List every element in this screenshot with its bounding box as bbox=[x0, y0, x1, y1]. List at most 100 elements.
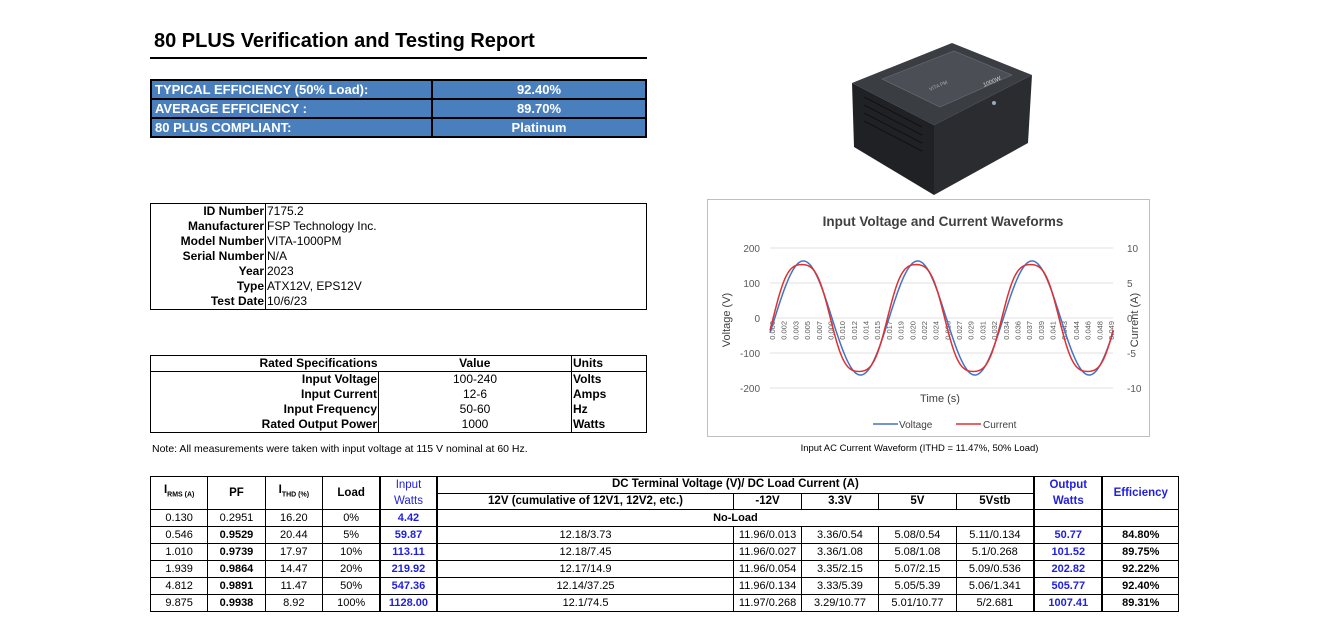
id-value: ATX12V, EPS12V bbox=[267, 279, 362, 293]
efficiency-row: 80 PLUS COMPLIANT: Platinum bbox=[150, 117, 647, 138]
spec-unit: Hz bbox=[571, 402, 647, 417]
y2-tick-label: -10 bbox=[1127, 384, 1142, 395]
cell-5vstb: 5.1/0.268 bbox=[955, 543, 1035, 561]
efficiency-value: 89.70% bbox=[431, 98, 647, 119]
spec-value: 12-6 bbox=[462, 387, 488, 401]
cell-5vstb: 5.06/1.341 bbox=[955, 577, 1035, 595]
cell-irms: 0.130 bbox=[149, 509, 209, 527]
chart-title: Input Voltage and Current Waveforms bbox=[823, 214, 1064, 229]
x-tick-label: 0.022 bbox=[920, 321, 929, 340]
cell-efficiency: 89.31% bbox=[1101, 594, 1180, 612]
cell-input-watts: 219.92 bbox=[379, 560, 438, 578]
x-tick-label: 0.037 bbox=[1025, 321, 1034, 340]
cell-3v3: 3.35/2.15 bbox=[800, 560, 880, 578]
efficiency-value: Platinum bbox=[431, 117, 647, 138]
id-row: Serial Number N/A bbox=[150, 249, 647, 264]
dc-col-12v: 12V (cumulative of 12V1, 12V2, etc.) bbox=[436, 492, 735, 510]
cell-irms: 1.939 bbox=[149, 560, 209, 578]
id-key: ID Number bbox=[150, 203, 266, 219]
dc-col-5v: 5V bbox=[878, 492, 957, 510]
table-body: 0.546 0.9529 20.44 5% 59.87 12.18/3.73 11.96/0… bbox=[149, 526, 1180, 612]
spec-value: 100-240 bbox=[452, 372, 498, 386]
cell-5v: 5.07/2.15 bbox=[878, 560, 957, 578]
y-tick-label: -200 bbox=[740, 384, 760, 395]
cell-minus12v: 11.96/0.054 bbox=[733, 560, 802, 578]
spec-name: Input Current bbox=[150, 387, 379, 402]
table-row: 1.939 0.9864 14.47 20% 219.92 12.17/14.9 11.96… bbox=[149, 560, 1180, 578]
y-axis-ticks: 200 100 0 -100 -200 bbox=[740, 244, 760, 395]
power-supply-image: 1000W VITA PM bbox=[852, 43, 1032, 195]
cell-efficiency: 84.80% bbox=[1101, 526, 1180, 544]
efficiency-value: 92.40% bbox=[431, 79, 647, 100]
spec-name: Rated Output Power bbox=[150, 417, 379, 433]
cell-efficiency: 89.75% bbox=[1101, 543, 1180, 561]
cell-ithd: 14.47 bbox=[264, 560, 323, 578]
chart-legend: Voltage Current bbox=[873, 420, 1017, 431]
id-key: Type bbox=[150, 279, 266, 294]
x-tick-label: 0.002 bbox=[780, 321, 789, 340]
x-axis-label: Time (s) bbox=[920, 393, 960, 405]
spec-header-value: Value bbox=[459, 356, 491, 370]
x-tick-label: 0.036 bbox=[1013, 321, 1022, 340]
x-tick-label: 0.048 bbox=[1095, 321, 1104, 340]
efficiency-row: TYPICAL EFFICIENCY (50% Load): 92.40% bbox=[150, 79, 647, 100]
cell-ithd: 11.47 bbox=[264, 577, 323, 595]
cell-pf: 0.2951 bbox=[207, 509, 266, 527]
id-row: Test Date 10/6/23 bbox=[150, 294, 647, 310]
cell-irms: 1.010 bbox=[149, 543, 209, 561]
x-tick-label: 0.012 bbox=[850, 321, 859, 340]
cell-irms: 0.546 bbox=[149, 526, 209, 544]
cell-3v3: 3.33/5.39 bbox=[800, 577, 880, 595]
id-row: ID Number 7175.2 bbox=[150, 203, 647, 219]
cell-5vstb: 5.09/0.536 bbox=[955, 560, 1035, 578]
cell-12v: 12.14/37.25 bbox=[436, 577, 735, 595]
id-row: Model Number VITA-1000PM bbox=[150, 234, 647, 249]
cell-5v: 5.01/10.77 bbox=[878, 594, 957, 612]
y2-axis-label: Current (A) bbox=[1129, 293, 1141, 347]
cell-load: 100% bbox=[321, 594, 381, 612]
load-header: Load bbox=[321, 476, 381, 510]
cell-12v: 12.1/74.5 bbox=[436, 594, 735, 612]
y-axis-label: Voltage (V) bbox=[721, 293, 733, 347]
spec-name: Input Frequency bbox=[150, 402, 379, 417]
cell-minus12v: 11.96/0.013 bbox=[733, 526, 802, 544]
cell-output-watts: 50.77 bbox=[1033, 526, 1104, 544]
ithd-header: ITHD (%) bbox=[264, 476, 323, 510]
efficiency-header: Efficiency bbox=[1101, 476, 1180, 510]
id-row: Type ATX12V, EPS12V bbox=[150, 279, 647, 294]
cell-efficiency: 92.40% bbox=[1101, 577, 1180, 595]
cell-pf: 0.9864 bbox=[207, 560, 266, 578]
cell-output-watts bbox=[1033, 509, 1104, 527]
cell-ithd: 20.44 bbox=[264, 526, 323, 544]
y2-tick-label: 5 bbox=[1127, 279, 1133, 290]
table-row: 9.875 0.9938 8.92 100% 1128.00 12.1/74.5 11.97… bbox=[149, 594, 1180, 612]
table-row-no-load: 0.130 0.2951 16.20 0% 4.42 No-Load bbox=[149, 509, 1180, 527]
spec-row: Input Current 12-6 Amps bbox=[150, 387, 647, 402]
table-row: 4.812 0.9891 11.47 50% 547.36 12.14/37.25 11.9… bbox=[149, 577, 1180, 595]
cell-no-load-label: No-Load bbox=[436, 509, 1035, 527]
measurement-note: Note: All measurements were taken with i… bbox=[152, 443, 528, 455]
output-watts-header: Output Watts bbox=[1033, 476, 1104, 510]
spec-unit: Watts bbox=[571, 417, 647, 433]
efficiency-label: AVERAGE EFFICIENCY : bbox=[150, 98, 433, 119]
dc-terminal-header: DC Terminal Voltage (V)/ DC Load Current… bbox=[436, 476, 1035, 494]
id-value: 7175.2 bbox=[267, 204, 304, 218]
y-tick-label: 200 bbox=[743, 244, 760, 255]
cell-12v: 12.18/7.45 bbox=[436, 543, 735, 561]
waveform-chart: Input Voltage and Current Waveforms 200 1… bbox=[707, 199, 1150, 437]
cell-load: 5% bbox=[321, 526, 381, 544]
cell-12v: 12.17/14.9 bbox=[436, 560, 735, 578]
cell-3v3: 3.36/0.54 bbox=[800, 526, 880, 544]
report-title: 80 PLUS Verification and Testing Report bbox=[154, 30, 535, 52]
cell-output-watts: 202.82 bbox=[1033, 560, 1104, 578]
header-row-1: IRMS (A) PF ITHD (%) Load Input Watts DC… bbox=[149, 476, 1180, 510]
cell-input-watts: 547.36 bbox=[379, 577, 438, 595]
legend-label-voltage: Voltage bbox=[899, 420, 933, 431]
efficiency-label: 80 PLUS COMPLIANT: bbox=[150, 117, 433, 138]
x-tick-label: 0.007 bbox=[815, 321, 824, 340]
cell-ithd: 8.92 bbox=[264, 594, 323, 612]
x-tick-label: 0.029 bbox=[967, 321, 976, 340]
table-row: 1.010 0.9739 17.97 10% 113.11 12.18/7.45 11.96… bbox=[149, 543, 1180, 561]
cell-pf: 0.9529 bbox=[207, 526, 266, 544]
chart-gridlines bbox=[770, 247, 1113, 389]
